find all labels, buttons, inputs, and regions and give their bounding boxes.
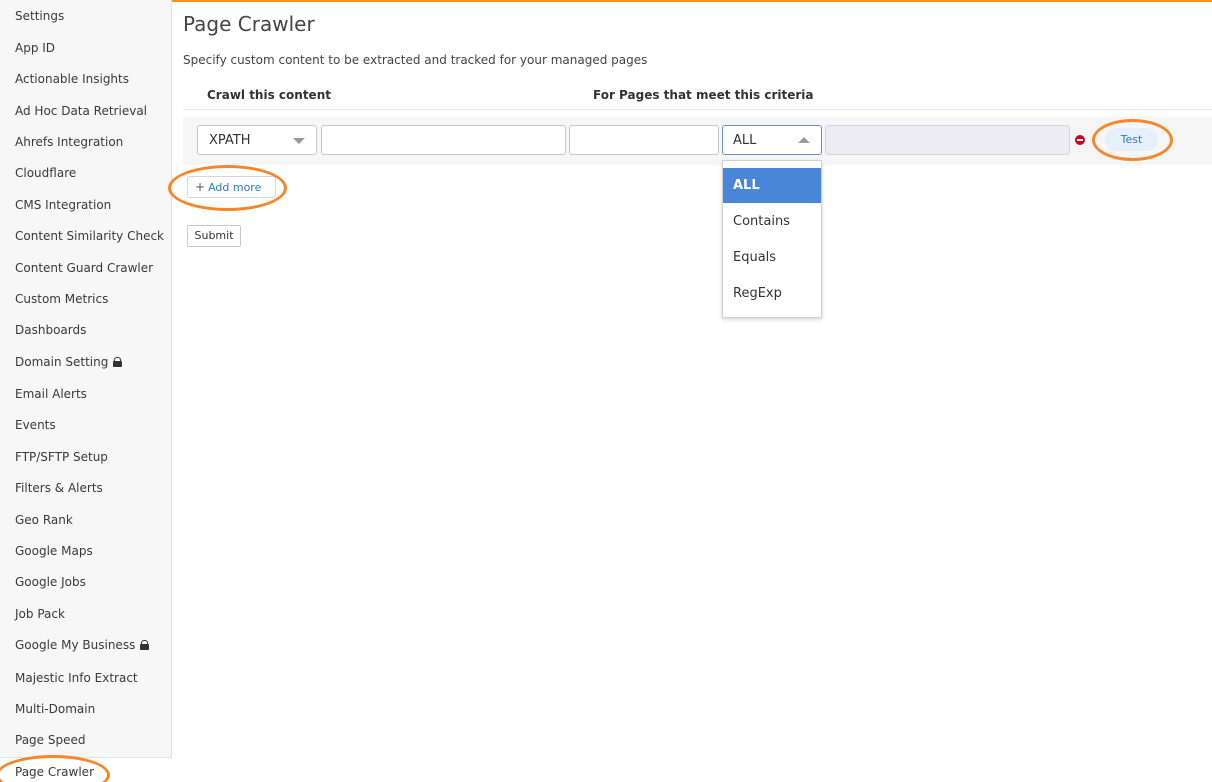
- sidebar-item-content-guard-crawler[interactable]: Content Guard Crawler: [15, 260, 153, 276]
- sidebar-item-ftp-sftp-setup[interactable]: FTP/SFTP Setup: [15, 449, 108, 465]
- column-header-criteria: For Pages that meet this criteria: [593, 88, 814, 102]
- sidebar-item-settings[interactable]: Settings: [15, 8, 64, 24]
- sidebar-item-geo-rank[interactable]: Geo Rank: [15, 512, 73, 528]
- submit-button[interactable]: Submit: [187, 225, 241, 247]
- sidebar-item-ad-hoc-data-retrieval[interactable]: Ad Hoc Data Retrieval: [15, 103, 147, 119]
- page-title: Page Crawler: [183, 12, 315, 36]
- page-description: Specify custom content to be extracted a…: [183, 53, 648, 67]
- remove-circle-icon[interactable]: [1075, 135, 1085, 145]
- sidebar-item-job-pack[interactable]: Job Pack: [15, 606, 65, 622]
- sidebar-item-cms-integration[interactable]: CMS Integration: [15, 197, 111, 213]
- add-more-label: Add more: [208, 181, 262, 194]
- sidebar-item-multi-domain[interactable]: Multi-Domain: [15, 701, 95, 717]
- sidebar-item-events[interactable]: Events: [15, 417, 56, 433]
- sidebar-item-google-jobs[interactable]: Google Jobs: [15, 574, 86, 590]
- sidebar-item-cloudflare[interactable]: Cloudflare: [15, 165, 76, 181]
- sidebar-item-ahrefs-integration[interactable]: Ahrefs Integration: [15, 134, 123, 150]
- sidebar-item-page-speed[interactable]: Page Speed: [15, 732, 85, 748]
- plus-icon: +: [195, 180, 206, 194]
- top-accent-line: [0, 0, 1212, 2]
- sidebar-item-domain-setting[interactable]: Domain Setting: [15, 354, 123, 370]
- criteria-value-input: [825, 125, 1070, 155]
- criteria-match-value: ALL: [733, 133, 757, 148]
- sidebar-item-app-id[interactable]: App ID: [15, 40, 55, 56]
- sidebar-item-google-my-business[interactable]: Google My Business: [15, 637, 150, 653]
- sidebar-item-email-alerts[interactable]: Email Alerts: [15, 386, 87, 402]
- dropdown-option-regexp[interactable]: RegExp: [723, 276, 821, 311]
- lock-icon: [113, 357, 123, 367]
- sidebar-item-google-maps[interactable]: Google Maps: [15, 543, 93, 559]
- chevron-down-icon: [293, 138, 305, 144]
- chevron-up-icon: [798, 137, 810, 143]
- sidebar: Settings App ID Actionable Insights Ad H…: [0, 0, 172, 779]
- sidebar-item-majestic-info-extract[interactable]: Majestic Info Extract: [15, 670, 138, 686]
- criteria-match-select[interactable]: ALL: [722, 125, 822, 155]
- sidebar-item-actionable-insights[interactable]: Actionable Insights: [15, 71, 129, 87]
- page-criteria-input[interactable]: [569, 125, 719, 155]
- sidebar-item-content-similarity-check[interactable]: Content Similarity Check: [15, 228, 164, 244]
- sidebar-item-dashboards[interactable]: Dashboards: [15, 322, 86, 338]
- content-type-select[interactable]: XPATH: [197, 125, 317, 155]
- dropdown-option-equals[interactable]: Equals: [723, 240, 821, 275]
- header-divider: [183, 109, 1212, 110]
- column-header-crawl: Crawl this content: [207, 88, 331, 102]
- criteria-dropdown-menu: ALL Contains Equals RegExp: [722, 160, 822, 318]
- content-selector-input[interactable]: [321, 125, 566, 155]
- content-type-value: XPATH: [209, 133, 251, 148]
- dropdown-option-all[interactable]: ALL: [723, 168, 821, 203]
- add-more-button[interactable]: + Add more: [187, 176, 276, 198]
- sidebar-item-label: Google My Business: [15, 638, 136, 652]
- sidebar-item-custom-metrics[interactable]: Custom Metrics: [15, 291, 108, 307]
- sidebar-item-filters-alerts[interactable]: Filters & Alerts: [15, 480, 103, 496]
- lock-icon: [140, 640, 150, 650]
- dropdown-option-contains[interactable]: Contains: [723, 204, 821, 239]
- sidebar-item-page-crawler[interactable]: Page Crawler: [15, 764, 94, 780]
- sidebar-item-label: Domain Setting: [15, 355, 109, 369]
- test-button[interactable]: Test: [1105, 128, 1158, 151]
